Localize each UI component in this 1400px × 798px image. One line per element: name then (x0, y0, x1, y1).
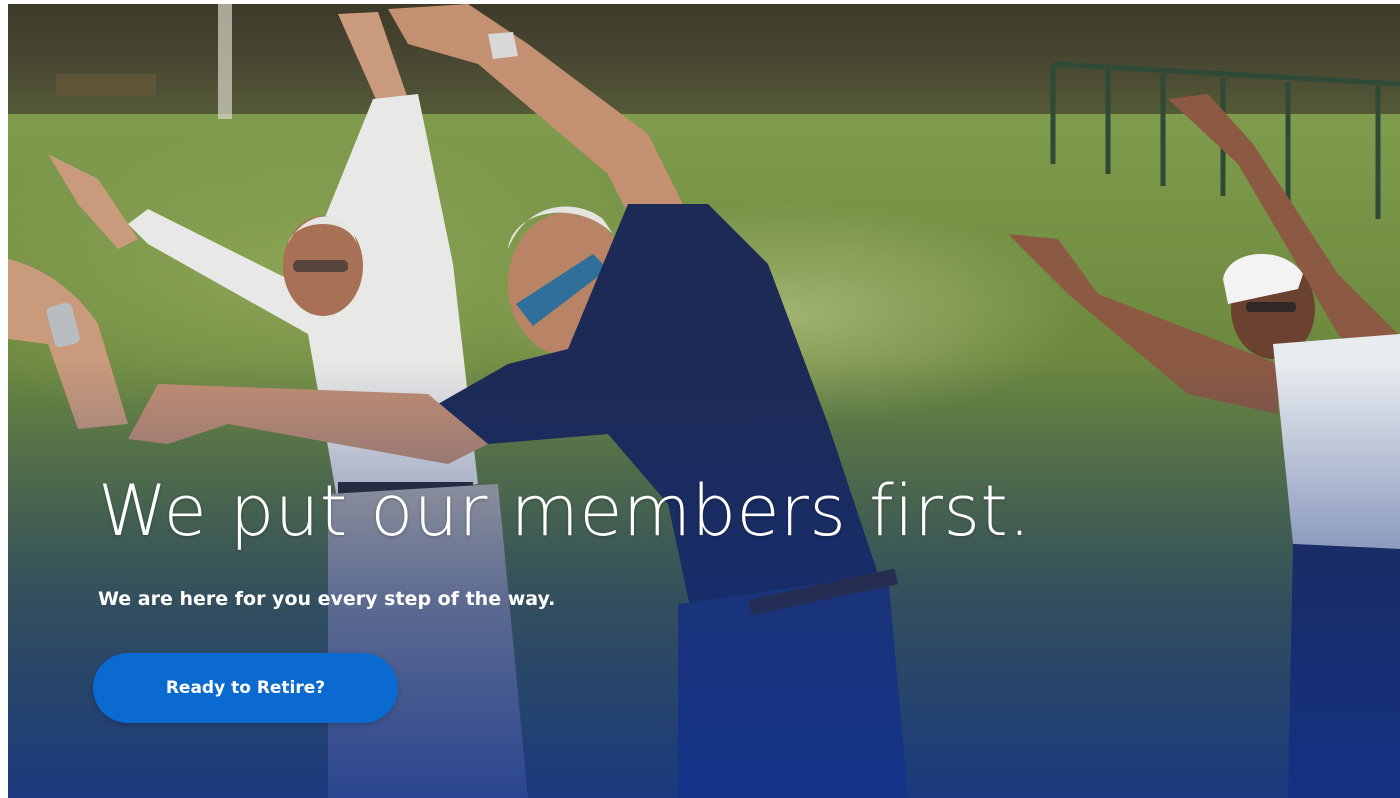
ready-to-retire-button[interactable]: Ready to Retire? (93, 653, 398, 723)
hero-headline: We put our members first. (98, 470, 1032, 552)
hero-subheadline: We are here for you every step of the wa… (98, 588, 556, 610)
